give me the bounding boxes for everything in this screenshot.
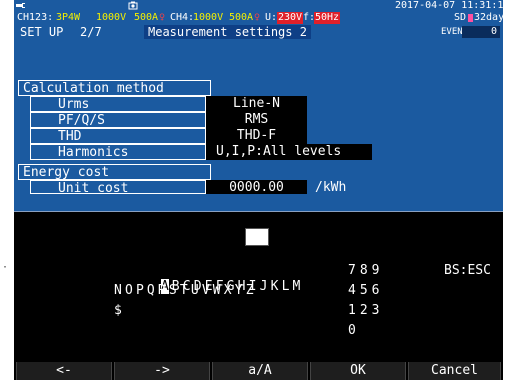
urms-value[interactable]: Line-N	[206, 96, 307, 112]
keyboard-row-2-keys[interactable]: NOPQRSTUVWXYZ	[114, 283, 257, 299]
backspace-escape-key[interactable]: BS:ESC	[444, 263, 491, 279]
status-bar-top: 2017-04-07 11:31:10	[14, 0, 503, 12]
camera-icon	[128, 1, 138, 10]
numpad-row-2[interactable]: 456	[348, 283, 383, 299]
energy-cost-header: Energy cost	[18, 164, 211, 180]
harmonics-value[interactable]: U,I,P:All levels	[206, 144, 372, 160]
character-keyboard: A BCDEFGHIJKLM NOPQRSTUVWXYZ $ 789 456 12…	[14, 211, 503, 361]
storage-label: SD	[454, 12, 467, 23]
cursor-right-button[interactable]: ->	[114, 362, 210, 380]
setup-label: SET UP	[20, 25, 64, 39]
instrument-screen: 2017-04-07 11:31:10 CH123: 3P4W 1000V 50…	[14, 0, 503, 380]
title-bar: SET UP 2/7 Measurement settings 2 EVENT …	[14, 24, 503, 40]
event-count: 0	[462, 26, 500, 38]
ok-button[interactable]: OK	[310, 362, 406, 380]
pf-q-s-label: PF/Q/S	[30, 112, 206, 128]
keyboard-row-3-keys[interactable]: $	[114, 303, 122, 319]
numpad-row-1[interactable]: 789	[348, 263, 383, 279]
ch123-current-range: 500A	[134, 12, 159, 23]
ch123-voltage-range: 1000V	[96, 12, 127, 23]
storage-days: 32days	[474, 12, 503, 23]
ch4-label: CH4:	[170, 12, 195, 23]
ch4-current-range: 500A	[229, 12, 254, 23]
settings-panel: Calculation method Urms Line-N PF/Q/S RM…	[14, 40, 503, 211]
f-value-badge: 50Hz	[314, 12, 341, 24]
calculation-method-header: Calculation method	[18, 80, 211, 96]
unit-cost-value[interactable]: 0000.00	[206, 180, 307, 194]
date-time: 2017-04-07 11:31:10	[395, 0, 503, 11]
numpad-row-3[interactable]: 123	[348, 303, 383, 319]
unit-cost-label: Unit cost	[30, 180, 206, 194]
wiring-mode: 3P4W	[56, 12, 81, 23]
sd-card-icon	[468, 14, 473, 22]
function-key-bar: <- -> a/A OK Cancel	[14, 360, 503, 380]
cursor-left-button[interactable]: <-	[16, 362, 112, 380]
plug-icon	[16, 3, 25, 8]
page-indicator: 2/7	[80, 25, 102, 39]
text-input-box[interactable]	[245, 228, 269, 246]
unit-cost-unit: /kWh	[315, 180, 347, 194]
numpad-row-4[interactable]: 0	[348, 323, 356, 339]
channel-config-label: CH123:	[17, 12, 54, 23]
cancel-button[interactable]: Cancel	[408, 362, 501, 380]
ch4-voltage-range: 1000V	[193, 12, 224, 23]
harmonics-label: Harmonics	[30, 144, 206, 160]
pointer-icon: ·	[2, 262, 9, 273]
clamp-icon: ♀	[159, 12, 166, 23]
u-value-badge: 230V	[277, 12, 304, 24]
thd-label: THD	[30, 128, 206, 144]
status-bar-channels: CH123: 3P4W 1000V 500A ♀ CH4: 1000V 500A…	[14, 12, 503, 24]
thd-value[interactable]: THD-F	[206, 128, 307, 144]
u-label: U:	[265, 12, 278, 23]
urms-label: Urms	[30, 96, 206, 112]
clamp-icon: ♀	[254, 12, 261, 23]
screen-title: Measurement settings 2	[144, 25, 311, 39]
case-toggle-button[interactable]: a/A	[212, 362, 308, 380]
pf-q-s-value[interactable]: RMS	[206, 112, 307, 128]
